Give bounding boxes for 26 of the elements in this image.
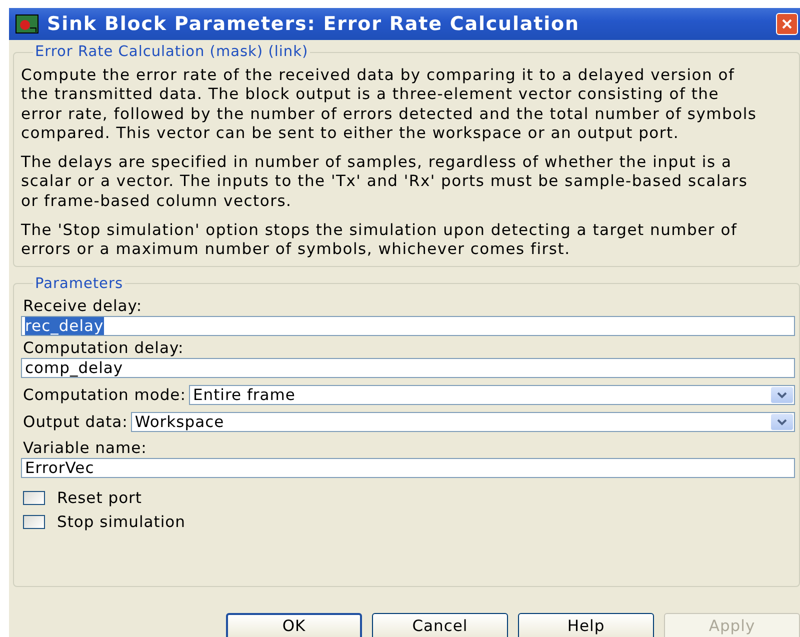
text-field[interactable]: rec_delay xyxy=(21,316,795,336)
field-label: Variable name: xyxy=(23,438,148,457)
field-label: Output data: xyxy=(23,412,128,431)
description-text: The 'Stop simulation' option stops the simulation upon detecting a target number of errors or a maximum number of symbols, whichever comes first. xyxy=(21,221,738,260)
description-text: The delays are specified in number of samples, regardless of whether the input is a scalar or a vector. The inputs to the 'Tx' and 'Rx' ports must be sample-based scalars or frame-based column vectors. xyxy=(21,153,749,212)
dropdown[interactable]: Workspace xyxy=(130,412,795,432)
dropdown[interactable]: Entire frame xyxy=(188,384,795,405)
group-legend: Parameters xyxy=(33,276,125,292)
checkbox-label: Reset port xyxy=(57,488,142,507)
checkbox[interactable] xyxy=(23,514,45,529)
dialog-button[interactable]: Help xyxy=(518,612,654,637)
checkbox-label: Stop simulation xyxy=(57,512,186,531)
text-field[interactable]: comp_delay xyxy=(21,358,795,378)
block-icon xyxy=(15,14,39,34)
dialog-button[interactable]: OK xyxy=(226,612,362,637)
checkbox[interactable] xyxy=(23,490,45,505)
field-label: Receive delay: xyxy=(23,296,144,315)
window-title: Sink Block Parameters: Error Rate Calculation xyxy=(47,13,580,35)
dialog-button[interactable]: Cancel xyxy=(372,612,508,637)
close-icon xyxy=(781,18,793,30)
close-button[interactable] xyxy=(776,13,798,35)
text-field[interactable]: ErrorVec xyxy=(21,458,795,478)
group-legend: Error Rate Calculation (mask) (link) xyxy=(33,45,310,60)
field-label: Computation delay: xyxy=(23,338,185,357)
field-label: Computation mode: xyxy=(23,386,186,404)
description-text: Compute the error rate of the received data by comparing it to a delayed version of the transmitted data. The block output is a three-element vector consisting of the error rate, followed by the number of errors detected and the total number of symbols compared. This vector can be sent to either the workspace or an output port. xyxy=(21,66,758,144)
